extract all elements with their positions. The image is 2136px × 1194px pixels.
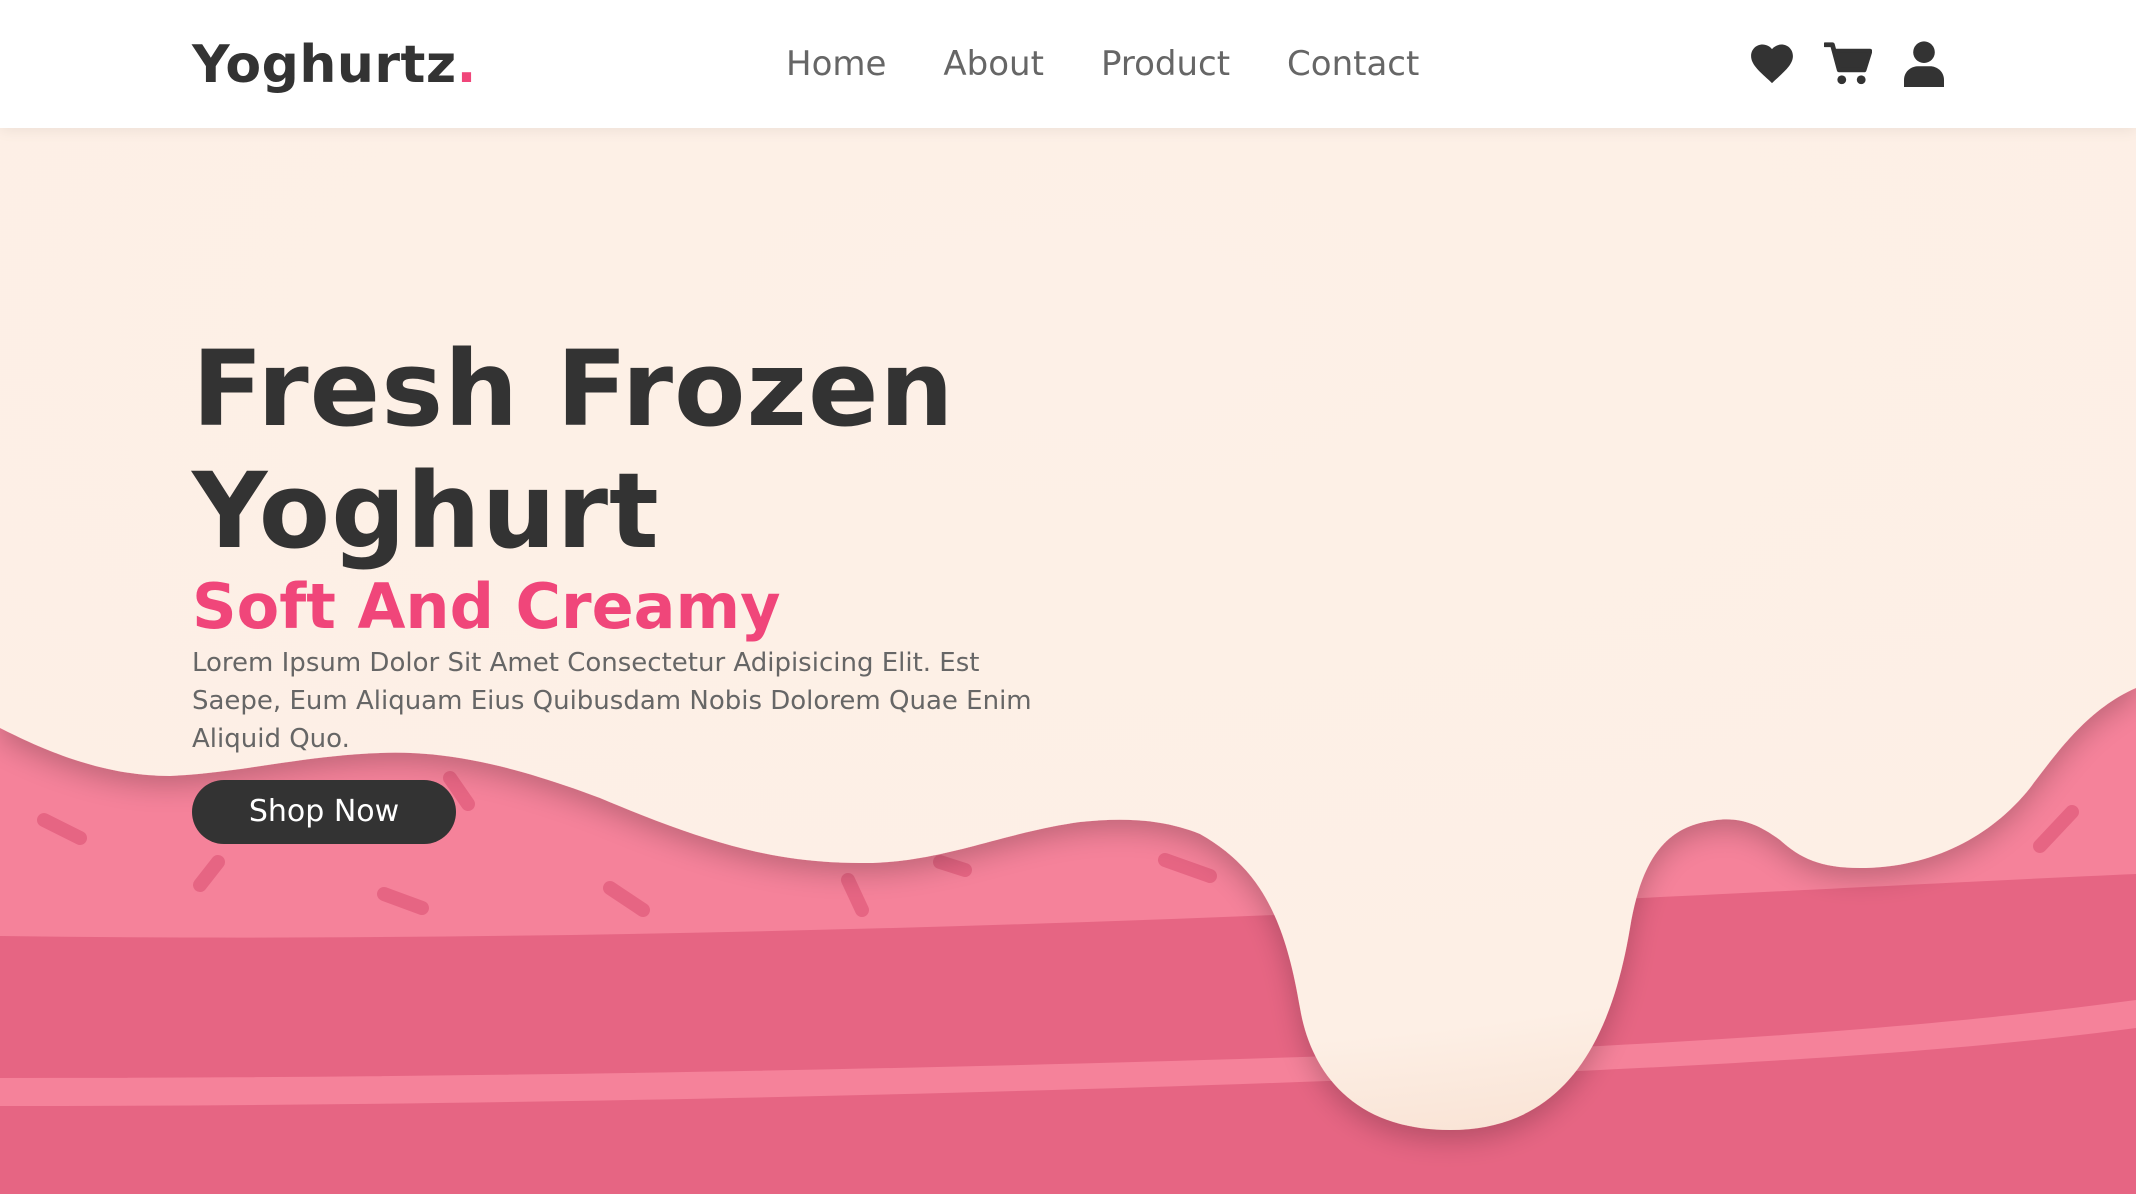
user-icon-svg bbox=[1904, 41, 1944, 87]
hero-title-line1: Fresh Frozen bbox=[192, 328, 955, 450]
heart-icon-svg bbox=[1751, 44, 1793, 84]
hero-description: Lorem Ipsum Dolor Sit Amet Consectetur A… bbox=[192, 648, 1032, 754]
brand-name: Yoghurtz bbox=[192, 35, 457, 95]
brand-dot: . bbox=[456, 35, 477, 95]
shop-now-button[interactable]: Shop Now bbox=[192, 780, 456, 844]
nav-link-about[interactable]: About bbox=[943, 44, 1044, 84]
cart-icon[interactable] bbox=[1824, 40, 1872, 88]
header-icons bbox=[1748, 38, 1948, 90]
nav-link-product[interactable]: Product bbox=[1101, 44, 1230, 84]
hero-title-line2: Yoghurt bbox=[192, 450, 660, 572]
brand-logo[interactable]: Yoghurtz. bbox=[192, 30, 477, 100]
heart-icon[interactable] bbox=[1748, 40, 1796, 88]
hero-title: Fresh Frozen Yoghurt bbox=[192, 328, 1092, 572]
site-header: Yoghurtz. Home About Product Contact bbox=[0, 0, 2136, 128]
nav-link-home[interactable]: Home bbox=[786, 44, 886, 84]
user-icon[interactable] bbox=[1900, 40, 1948, 88]
main-nav: Home About Product Contact bbox=[786, 38, 1419, 90]
nav-link-contact[interactable]: Contact bbox=[1287, 44, 1419, 84]
hero-section: Fresh Frozen Yoghurt Soft And Creamy Lor… bbox=[192, 328, 1092, 844]
cart-icon-svg bbox=[1824, 42, 1872, 85]
hero-subtitle: Soft And Creamy bbox=[192, 570, 781, 643]
